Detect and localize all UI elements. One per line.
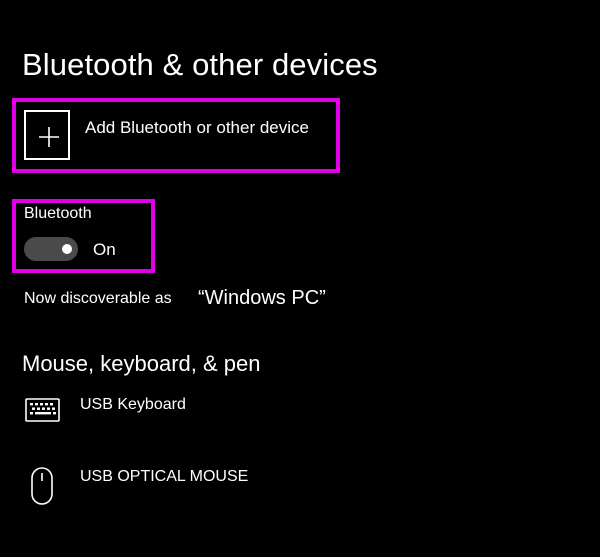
bluetooth-label: Bluetooth	[24, 205, 92, 222]
toggle-knob	[62, 244, 72, 254]
add-device-button[interactable]: Add Bluetooth or other device	[24, 110, 344, 168]
add-device-label: Add Bluetooth or other device	[85, 118, 309, 137]
device-label-keyboard: USB Keyboard	[80, 396, 186, 413]
mouse-icon	[24, 464, 62, 515]
keyboard-icon	[24, 392, 62, 431]
page-title: Bluetooth & other devices	[22, 47, 378, 82]
device-item-mouse[interactable]: USB OPTICAL MOUSE	[24, 464, 424, 510]
device-name: “Windows PC”	[198, 287, 326, 309]
discoverable-text: Now discoverable as	[24, 290, 172, 307]
bluetooth-toggle[interactable]	[24, 237, 78, 261]
device-label-mouse: USB OPTICAL MOUSE	[80, 468, 249, 485]
bluetooth-state-label: On	[93, 240, 116, 259]
section-title: Mouse, keyboard, & pen	[22, 351, 261, 376]
plus-icon	[24, 110, 70, 160]
device-item-keyboard[interactable]: USB Keyboard	[24, 392, 424, 438]
